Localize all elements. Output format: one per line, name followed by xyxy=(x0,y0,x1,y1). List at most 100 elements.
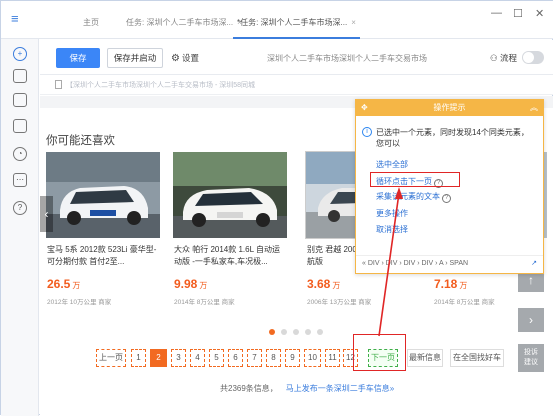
action-label: 采集该元素的文本 xyxy=(376,192,440,201)
latest-info-button[interactable]: 最新信息 xyxy=(407,349,443,367)
more-actions-link[interactable]: 更多操作 xyxy=(376,208,408,219)
price-unit: 万 xyxy=(459,281,468,290)
chat-icon[interactable]: ⋯ xyxy=(13,173,27,187)
tip-title: 操作提示 xyxy=(433,103,466,112)
settings-label: 设置 xyxy=(181,53,199,63)
page-link[interactable]: 1 xyxy=(131,349,146,367)
car-title[interactable]: 大众 帕行 2014款 1.6L 自动运动版 -一手私家车,车况极... xyxy=(174,244,286,267)
car-meta: 2012年 10万公里 商家 xyxy=(47,299,112,306)
minimize-icon[interactable]: — xyxy=(491,7,502,19)
flow-button[interactable]: ⚇ 流程 xyxy=(490,52,517,64)
carousel-dot[interactable] xyxy=(269,329,275,335)
page-link[interactable]: 10 xyxy=(304,349,321,367)
help-icon[interactable]: ? xyxy=(13,201,27,215)
save-and-run-button[interactable]: 保存并启动 xyxy=(107,48,163,68)
price-unit: 万 xyxy=(199,281,208,290)
close-icon[interactable]: × xyxy=(351,18,356,27)
drag-handle-icon[interactable]: ✥ xyxy=(361,100,368,116)
external-link-icon[interactable]: ↗ xyxy=(531,256,537,272)
url-bar[interactable]: 【深圳个人二手车市场深圳个人二手车交易市场 - 深圳58同城 xyxy=(40,75,553,95)
path-text: « DIV › DIV › DIV › DIV › A › SPAN xyxy=(362,260,469,267)
section-title: 你可能还喜欢 xyxy=(46,135,115,147)
tip-message: 已选中一个元素，同时发现14个同类元素，您可以 xyxy=(376,128,529,148)
carousel-prev-arrow[interactable]: ‹ xyxy=(40,196,53,232)
current-page: 2 xyxy=(150,349,167,367)
car-title[interactable]: 宝马 5系 2012款 523Li 豪华型-可分期付款 首付2至... xyxy=(47,244,159,267)
car-price: 7.18 万 xyxy=(434,277,467,291)
action-label: 选中全部 xyxy=(376,160,408,169)
page-link[interactable]: 7 xyxy=(247,349,262,367)
action-highlight-box xyxy=(370,172,460,187)
tab-task-1[interactable]: 任务: 深圳个人二手车市场深... × xyxy=(126,17,242,39)
page-link[interactable]: 3 xyxy=(171,349,186,367)
price-value: 9.98 xyxy=(174,277,198,291)
file-icon[interactable] xyxy=(13,69,27,83)
total-text: 共2369条信息， xyxy=(220,384,278,393)
nationwide-search-button[interactable]: 在全国找好车 xyxy=(450,349,504,367)
url-text: 【深圳个人二手车市场深圳个人二手车交易市场 - 深圳58同城 xyxy=(66,82,256,89)
action-label: 更多操作 xyxy=(376,209,408,218)
page-link[interactable]: 5 xyxy=(209,349,224,367)
extract-text-action[interactable]: 采集该元素的文本? xyxy=(376,191,451,203)
car-meta: 2014年 8万公里 商家 xyxy=(434,299,495,306)
car-price: 9.98 万 xyxy=(174,277,207,291)
prev-page-link[interactable]: 上一页 xyxy=(96,349,126,367)
menu-icon[interactable]: ≡ xyxy=(11,12,27,26)
element-path[interactable]: « DIV › DIV › DIV › DIV › A › SPAN ↗ xyxy=(356,255,543,271)
flow-label: 流程 xyxy=(500,53,518,63)
info-icon: i xyxy=(362,127,372,137)
page-link[interactable]: 8 xyxy=(266,349,281,367)
lock-icon[interactable] xyxy=(13,119,27,133)
carousel-dot[interactable] xyxy=(317,329,323,335)
title-bar: ≡ 主页 任务: 深圳个人二手车市场深... × *任务: 深圳个人二手车市场深.… xyxy=(1,1,553,39)
car-photo[interactable] xyxy=(173,152,287,238)
page-link[interactable]: 11 xyxy=(325,349,340,367)
car-photo[interactable] xyxy=(46,152,160,238)
next-arrow-button[interactable]: › xyxy=(518,308,544,332)
carousel-dot[interactable] xyxy=(305,329,311,335)
page-link[interactable]: 9 xyxy=(285,349,300,367)
car-meta: 2006年 13万公里 商家 xyxy=(307,299,372,306)
pagination: 上一页 1 2 3 4 5 6 7 8 9 10 11 12 下一页 最新信息 … xyxy=(40,349,553,369)
save-button[interactable]: 保存 xyxy=(56,48,100,68)
price-value: 3.68 xyxy=(307,277,331,291)
toolbar: 保存 保存并启动 ⚙ 设置 深圳个人二手车市场深圳个人二手车交易市场 ⚇ 流程 xyxy=(40,40,553,75)
gear-icon: ⚙ xyxy=(171,53,180,64)
maximize-icon[interactable]: ☐ xyxy=(513,7,523,20)
price-unit: 万 xyxy=(332,281,341,290)
window-close-icon[interactable]: ✕ xyxy=(535,7,544,20)
page-icon xyxy=(55,80,62,89)
carousel-dot[interactable] xyxy=(293,329,299,335)
tab-label: 主页 xyxy=(83,18,99,27)
tab-home[interactable]: 主页 xyxy=(83,17,99,39)
plus-icon[interactable]: + xyxy=(13,47,27,61)
price-value: 26.5 xyxy=(47,277,71,291)
flow-toggle[interactable] xyxy=(522,51,544,64)
app-window: ≡ 主页 任务: 深圳个人二手车市场深... × *任务: 深圳个人二手车市场深.… xyxy=(0,0,553,416)
page-link[interactable]: 4 xyxy=(190,349,205,367)
collapse-icon[interactable]: ︽ xyxy=(530,100,538,116)
price-unit: 万 xyxy=(72,281,81,290)
clock-icon[interactable]: ◔ xyxy=(13,147,27,161)
select-all-action[interactable]: 选中全部 xyxy=(376,159,408,170)
tab-task-2-active[interactable]: *任务: 深圳个人二手车市场深... × xyxy=(233,17,360,39)
left-rail: + ◔ ⋯ ? xyxy=(1,39,39,416)
task-title: 深圳个人二手车市场深圳个人二手车交易市场 xyxy=(267,54,427,63)
car-card[interactable]: 大众 帕行 2014款 1.6L 自动运动版 -一手私家车,车况极... 9.9… xyxy=(173,152,287,312)
carousel-dot[interactable] xyxy=(281,329,287,335)
tab-label: 任务: 深圳个人二手车市场深... xyxy=(126,18,234,27)
carousel-dots xyxy=(269,327,329,338)
tip-header[interactable]: ✥ 操作提示 ︽ xyxy=(356,100,543,116)
post-listing-link[interactable]: 马上发布一条深圳二手车信息» xyxy=(286,384,394,393)
operation-tip-panel: ✥ 操作提示 ︽ i 已选中一个元素，同时发现14个同类元素，您可以 选中全部 … xyxy=(355,99,544,274)
car-price: 3.68 万 xyxy=(307,277,340,291)
car-card[interactable]: 宝马 5系 2012款 523Li 豪华型-可分期付款 首付2至... 26.5… xyxy=(46,152,160,312)
help-icon[interactable]: ? xyxy=(442,194,451,203)
selection-highlight-box xyxy=(353,334,406,371)
cancel-selection-link[interactable]: 取消选择 xyxy=(376,224,408,235)
settings-button[interactable]: ⚙ 设置 xyxy=(171,52,199,64)
tab-label: *任务: 深圳个人二手车市场深... xyxy=(237,18,348,27)
printer-icon[interactable] xyxy=(13,93,27,107)
flow-icon: ⚇ xyxy=(490,53,498,63)
page-link[interactable]: 6 xyxy=(228,349,243,367)
